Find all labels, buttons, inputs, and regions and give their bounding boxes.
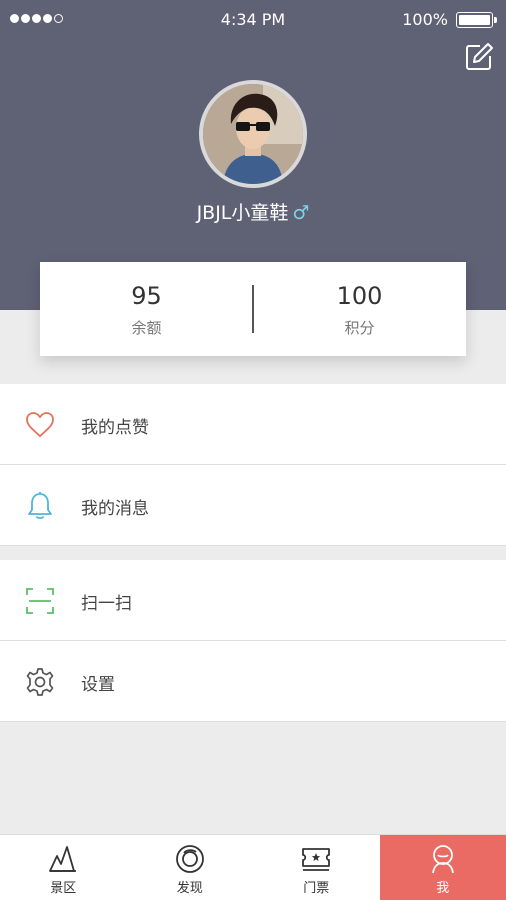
balance-stat[interactable]: 95 余额 [40,262,253,356]
menu-item-messages-label: 我的消息 [81,499,149,519]
tab-discover-label: 发现 [176,881,203,896]
scan-icon [26,588,54,614]
lens-icon [175,845,204,873]
username-text: JBJL小童鞋 [196,202,289,224]
username: JBJL小童鞋 ♂ [0,198,506,225]
points-label: 积分 [344,319,375,337]
battery-icon [456,12,497,28]
menu-item-scan-label: 扫一扫 [81,594,132,614]
heart-icon [26,412,54,438]
bell-icon [28,492,52,519]
points-stat[interactable]: 100 积分 [253,262,466,356]
gear-icon [26,668,54,696]
avatar-photo [203,84,303,184]
tab-me-label: 我 [436,881,450,896]
menu-item-settings-label: 设置 [81,675,115,695]
menu-item-settings[interactable]: 设置 [0,641,506,722]
menu-item-likes-label: 我的点赞 [81,418,149,438]
status-bar: 4:34 PM 100% [0,0,506,40]
tab-me[interactable]: 我 [379,835,506,900]
points-value: 100 [336,282,383,310]
stats-divider [252,285,254,333]
tab-bar: 景区 发现 门票 我 [0,834,506,900]
battery-percent: 100% [402,10,448,29]
mountain-icon [49,846,77,872]
tab-scenic[interactable]: 景区 [0,835,127,900]
menu-item-messages[interactable]: 我的消息 [0,465,506,546]
ticket-icon [302,848,331,871]
menu-group-tools: 扫一扫 设置 [0,560,506,722]
person-icon [431,845,454,874]
stats-card: 95 余额 100 积分 [40,262,466,356]
menu-group-activity: 我的点赞 我的消息 [0,384,506,546]
male-icon: ♂ [292,202,310,224]
avatar[interactable] [199,80,307,188]
balance-label: 余额 [131,319,162,337]
menu-item-likes[interactable]: 我的点赞 [0,384,506,465]
tab-discover[interactable]: 发现 [127,835,254,900]
tab-tickets-label: 门票 [303,881,330,896]
edit-icon [466,43,493,70]
balance-value: 95 [131,282,162,310]
tab-scenic-label: 景区 [50,881,77,896]
menu-item-scan[interactable]: 扫一扫 [0,560,506,641]
edit-profile-button[interactable] [464,42,494,72]
tab-tickets[interactable]: 门票 [253,835,380,900]
